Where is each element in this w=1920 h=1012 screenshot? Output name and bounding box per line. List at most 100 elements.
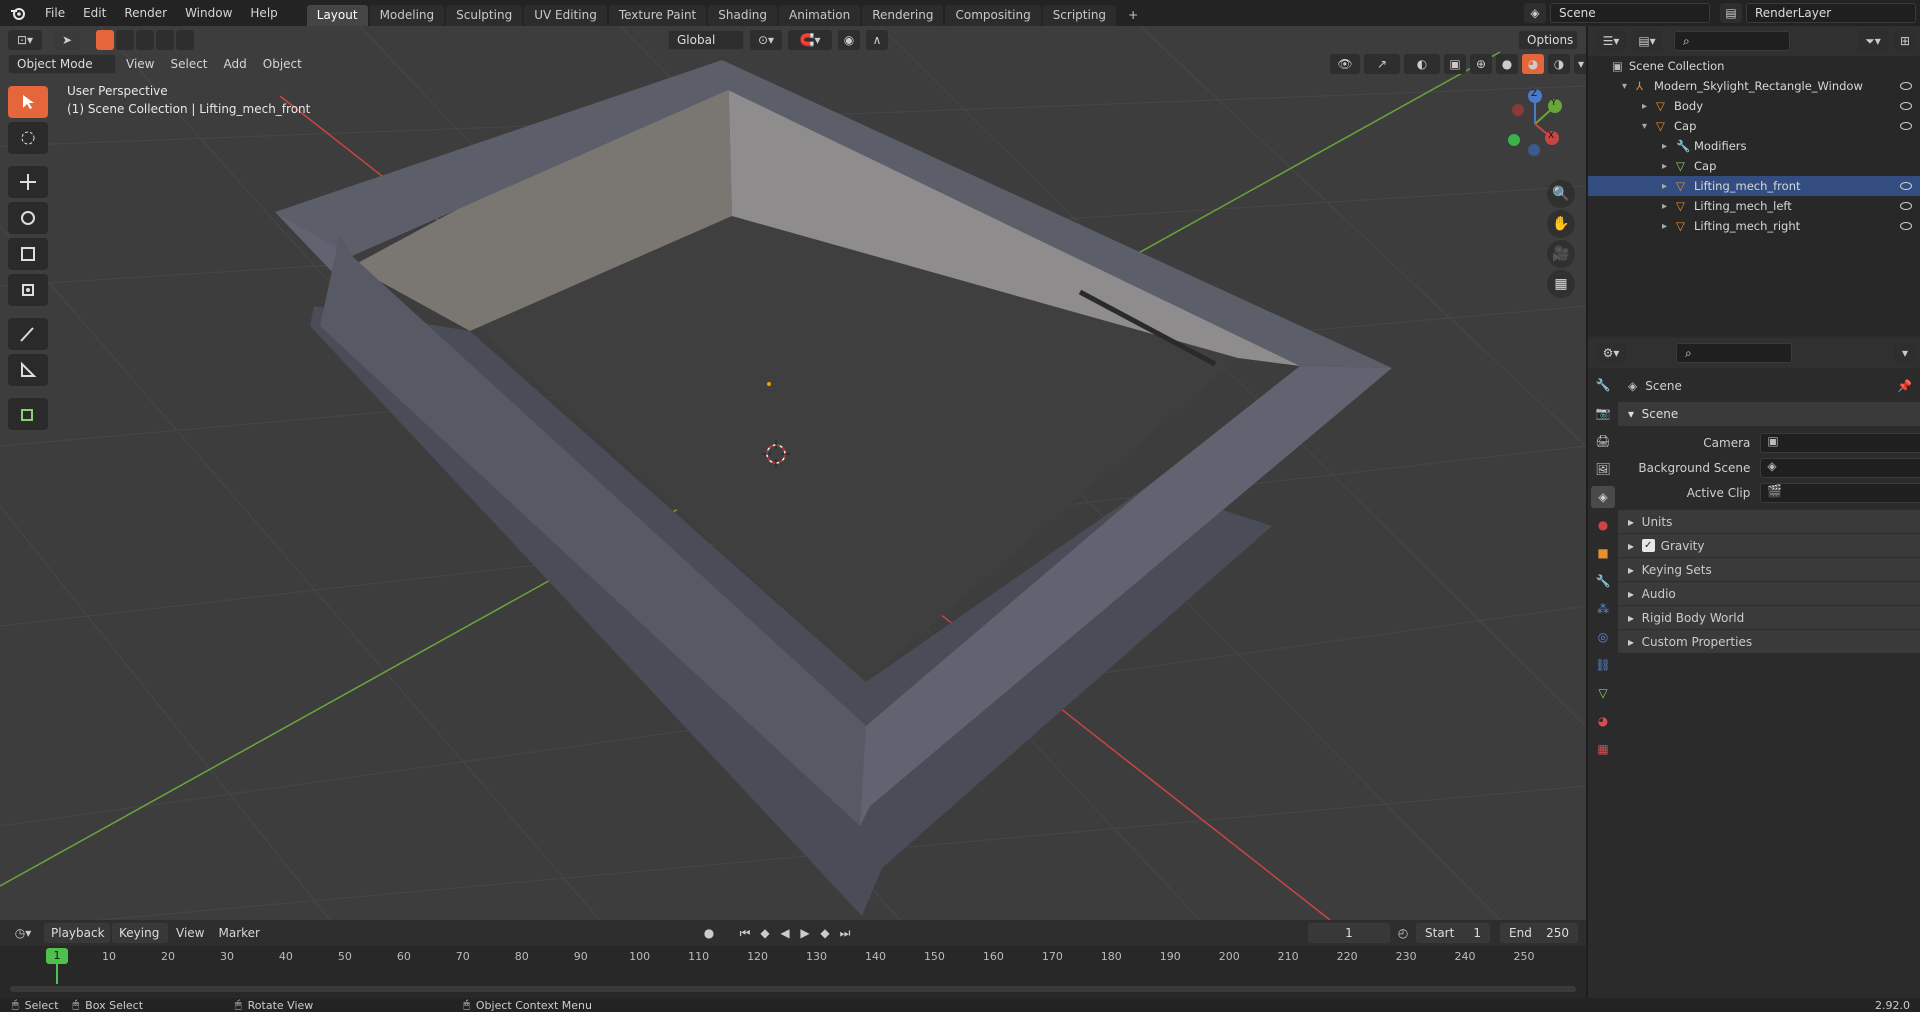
menu-edit[interactable]: Edit: [74, 0, 115, 26]
timeline-menu-view[interactable]: View: [170, 926, 210, 940]
start-frame-field[interactable]: Start 1: [1416, 923, 1490, 943]
outliner-scene-collection[interactable]: ▣ Scene Collection: [1588, 56, 1920, 76]
cursor-tool-icon[interactable]: [8, 122, 48, 154]
select-box-tool-icon[interactable]: [8, 86, 48, 118]
background-scene-field[interactable]: ◈: [1760, 457, 1920, 478]
pin-icon[interactable]: 📌: [1897, 379, 1912, 393]
properties-editor-icon[interactable]: ⚙▾: [1596, 343, 1626, 363]
viewport-menu-add[interactable]: Add: [218, 57, 253, 71]
viewport-scene[interactable]: [0, 26, 1586, 920]
shading-options-icon[interactable]: ▾: [1574, 54, 1586, 74]
display-mode-icon[interactable]: ▤▾: [1632, 31, 1662, 51]
timeline-editor-icon[interactable]: ◷▾: [8, 923, 38, 943]
end-frame-field[interactable]: End 250: [1500, 923, 1578, 943]
outliner-search-input[interactable]: ⌕: [1674, 31, 1790, 51]
filter-icon[interactable]: ⏷▾: [1858, 31, 1888, 51]
3d-viewport[interactable]: ⊡▾ ➤ Global ⊙▾ 🧲▾ ◉ ∧ Options Object Mod…: [0, 26, 1586, 920]
visibility-icon[interactable]: 👁: [1330, 54, 1360, 74]
scene-tab-icon[interactable]: ◈: [1591, 486, 1615, 508]
audio-panel[interactable]: ▸ Audio: [1618, 581, 1920, 605]
active-clip-field[interactable]: 🎬: [1760, 482, 1920, 503]
navigation-gizmo[interactable]: Y X Z: [1500, 88, 1570, 158]
properties-search-input[interactable]: ⌕: [1676, 343, 1792, 363]
menu-help[interactable]: Help: [241, 0, 286, 26]
world-tab-icon[interactable]: ●: [1591, 514, 1615, 536]
tab-sculpting[interactable]: Sculpting: [446, 5, 523, 26]
tab-animation[interactable]: Animation: [779, 5, 861, 26]
render-tab-icon[interactable]: 📷: [1591, 402, 1615, 424]
units-panel[interactable]: ▸ Units: [1618, 509, 1920, 533]
ortho-grid-icon[interactable]: ▦: [1547, 270, 1575, 298]
pan-hand-icon[interactable]: ✋: [1547, 210, 1575, 238]
annotate-tool-icon[interactable]: [8, 318, 48, 350]
view-layer-tab-icon[interactable]: 🖼: [1591, 458, 1615, 480]
viewport-menu-select[interactable]: Select: [164, 57, 213, 71]
outliner-editor-icon[interactable]: ☰▾: [1596, 31, 1626, 51]
outliner-item[interactable]: ▸ ▽ Cap: [1588, 156, 1920, 176]
pivot-point-icon[interactable]: ⊙▾: [750, 30, 782, 50]
scene-icon[interactable]: ◈: [1524, 3, 1546, 23]
jump-end-icon[interactable]: ⏭: [836, 923, 854, 943]
viewport-menu-object[interactable]: Object: [257, 57, 308, 71]
outliner-item[interactable]: ▸ ▽ Lifting_mech_left: [1588, 196, 1920, 216]
jump-start-icon[interactable]: ⏮: [736, 923, 754, 943]
tool-tab-icon[interactable]: 🔧: [1591, 374, 1615, 396]
collapse-arrow-icon[interactable]: ▾: [1642, 121, 1656, 132]
playhead-marker[interactable]: 1: [46, 948, 68, 964]
collapse-arrow-icon[interactable]: ▾: [1622, 81, 1636, 92]
outliner-item[interactable]: ▾ ⅄ Modern_Skylight_Rectangle_Window: [1588, 76, 1920, 96]
outliner-item[interactable]: ▾ ▽ Cap: [1588, 116, 1920, 136]
menu-window[interactable]: Window: [176, 0, 241, 26]
tab-texture-paint[interactable]: Texture Paint: [608, 5, 707, 26]
overlay-toggle-icon[interactable]: ◐: [1404, 54, 1440, 74]
physics-tab-icon[interactable]: ◎: [1591, 626, 1615, 648]
modifier-tab-icon[interactable]: 🔧: [1591, 570, 1615, 592]
constraints-tab-icon[interactable]: ⛓: [1591, 654, 1615, 676]
expand-arrow-icon[interactable]: ▸: [1662, 161, 1676, 172]
play-reverse-icon[interactable]: ◀: [776, 923, 794, 943]
mode-dropdown[interactable]: Object Mode: [8, 54, 116, 74]
select-new-icon[interactable]: [96, 30, 114, 50]
zoom-icon[interactable]: 🔍: [1547, 180, 1575, 208]
rigid-body-world-panel[interactable]: ▸ Rigid Body World: [1618, 605, 1920, 629]
frame-ruler[interactable]: 1 10 20 30 40 50 60 70 80 90 100 110 120 130 140 150 16…: [0, 946, 1586, 998]
xray-toggle-icon[interactable]: ▣: [1444, 54, 1466, 74]
visibility-eye-icon[interactable]: [1900, 222, 1912, 230]
menu-render[interactable]: Render: [115, 0, 176, 26]
outliner-item[interactable]: ▸ 🔧 Modifiers: [1588, 136, 1920, 156]
select-tool-icon[interactable]: ➤: [54, 30, 80, 50]
visibility-eye-icon[interactable]: [1900, 82, 1912, 90]
prev-keyframe-icon[interactable]: ◆: [756, 923, 774, 943]
material-preview-shading-icon[interactable]: ◕: [1522, 54, 1544, 74]
next-keyframe-icon[interactable]: ◆: [816, 923, 834, 943]
particles-tab-icon[interactable]: ⁂: [1591, 598, 1615, 620]
add-workspace-button[interactable]: +: [1118, 5, 1148, 26]
tab-scripting[interactable]: Scripting: [1042, 5, 1117, 26]
new-collection-icon[interactable]: ⊞: [1894, 31, 1916, 51]
expand-arrow-icon[interactable]: ▸: [1642, 101, 1656, 112]
visibility-eye-icon[interactable]: [1900, 102, 1912, 110]
gravity-checkbox[interactable]: ✓: [1641, 539, 1655, 552]
gravity-panel[interactable]: ▸ ✓ Gravity: [1618, 533, 1920, 557]
wireframe-shading-icon[interactable]: ⊕: [1470, 54, 1492, 74]
transform-tool-icon[interactable]: [8, 274, 48, 306]
solid-shading-icon[interactable]: ●: [1496, 54, 1518, 74]
keying-dropdown[interactable]: Keying: [112, 923, 168, 943]
keying-sets-panel[interactable]: ▸ Keying Sets: [1618, 557, 1920, 581]
output-tab-icon[interactable]: 🖨: [1591, 430, 1615, 452]
tab-rendering[interactable]: Rendering: [862, 5, 944, 26]
transform-orientation-dropdown[interactable]: Global: [668, 30, 744, 50]
select-difference-icon[interactable]: [156, 30, 174, 50]
scale-tool-icon[interactable]: [8, 238, 48, 270]
texture-tab-icon[interactable]: ▦: [1591, 738, 1615, 760]
visibility-eye-icon[interactable]: [1900, 182, 1912, 190]
tab-layout[interactable]: Layout: [306, 5, 368, 26]
move-tool-icon[interactable]: [8, 166, 48, 198]
current-frame-field[interactable]: 1: [1308, 923, 1390, 943]
gizmo-toggle-icon[interactable]: ↗: [1364, 54, 1400, 74]
editor-type-icon[interactable]: ⊡▾: [8, 30, 42, 50]
expand-arrow-icon[interactable]: ▸: [1662, 141, 1676, 152]
tab-shading[interactable]: Shading: [708, 5, 777, 26]
viewport-menu-view[interactable]: View: [120, 57, 160, 71]
tab-compositing[interactable]: Compositing: [945, 5, 1041, 26]
